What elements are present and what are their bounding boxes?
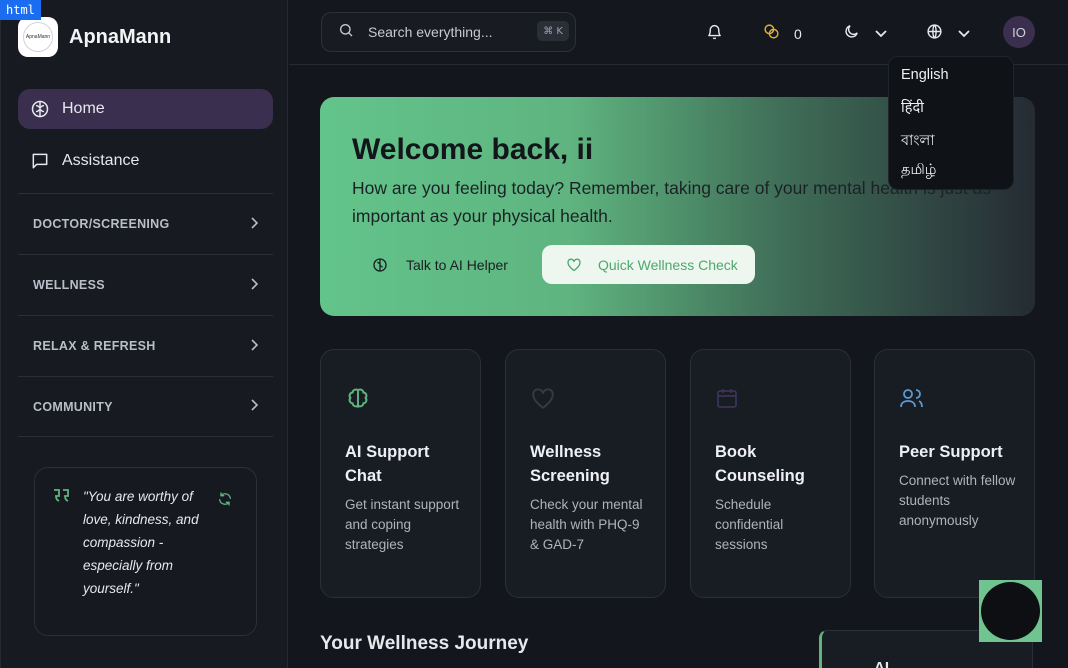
- language-option-bangla[interactable]: বাংলা: [901, 130, 935, 154]
- card-book-counseling[interactable]: Book Counseling Schedule confidential se…: [690, 349, 851, 598]
- card-title: AI Support Chat: [345, 443, 430, 485]
- button-label: Talk to AI Helper: [406, 256, 508, 273]
- sidebar-item-label: Assistance: [62, 152, 140, 169]
- avatar[interactable]: IO: [1003, 16, 1035, 48]
- quick-wellness-check-button[interactable]: Quick Wellness Check: [542, 245, 755, 284]
- moon-icon: [843, 23, 860, 45]
- chat-icon: [30, 151, 50, 171]
- section-label: WELLNESS: [33, 278, 105, 292]
- quote-icon: [52, 488, 70, 509]
- calendar-icon: [715, 386, 739, 410]
- card-title: Wellness Screening: [530, 443, 610, 485]
- theme-toggle[interactable]: [843, 23, 887, 45]
- chevron-right-icon: [249, 216, 259, 232]
- page-title: Welcome back, ii: [352, 133, 594, 166]
- sidebar-section-wellness[interactable]: WELLNESS: [18, 254, 273, 315]
- floating-button-face: [981, 582, 1040, 640]
- search-shortcut: ⌘ K: [537, 21, 569, 41]
- language-option-english[interactable]: English: [901, 67, 949, 83]
- users-icon: [899, 386, 925, 410]
- chevron-right-icon: [249, 399, 259, 414]
- brain-icon: [345, 386, 371, 412]
- chevron-right-icon: [249, 277, 259, 293]
- floating-chat-button[interactable]: [979, 580, 1042, 642]
- card-description: Schedule confidential sessions: [715, 497, 784, 552]
- card-wellness-screening[interactable]: Wellness Screening Check your mental hea…: [505, 349, 666, 598]
- search-placeholder: Search everything...: [368, 24, 493, 40]
- brand-logo: ApnaMann: [18, 17, 58, 57]
- heart-icon: [530, 386, 556, 410]
- sidebar-item-label: Home: [62, 100, 105, 117]
- card-description: Connect with fellow students anonymously: [899, 473, 1016, 528]
- brain-icon: [372, 257, 388, 273]
- talk-to-ai-button[interactable]: Talk to AI Helper: [352, 245, 524, 284]
- sidebar-section-doctor-screening[interactable]: DOCTOR/SCREENING: [18, 193, 273, 254]
- card-peer-support[interactable]: Peer Support Connect with fellow student…: [874, 349, 1035, 598]
- devtools-html-tag: html: [0, 0, 41, 20]
- chevron-down-icon: [958, 30, 970, 38]
- search-input[interactable]: Search everything... ⌘ K: [321, 12, 576, 52]
- quote-text: "You are worthy of love, kindness, and c…: [83, 489, 199, 596]
- brand-name: ApnaMann: [69, 25, 172, 48]
- quote-card: "You are worthy of love, kindness, and c…: [34, 467, 257, 636]
- sidebar-section-community[interactable]: COMMUNITY: [18, 376, 273, 437]
- brand-logo-mark: ApnaMann: [23, 22, 53, 52]
- sidebar-section-relax-refresh[interactable]: RELAX & REFRESH: [18, 315, 273, 376]
- card-ai-support-chat[interactable]: AI Support Chat Get instant support and …: [320, 349, 481, 598]
- card-description: Check your mental health with PHQ-9 & GA…: [530, 497, 643, 552]
- coins-icon: [763, 23, 780, 45]
- brain-icon: [30, 99, 50, 119]
- language-menu: English हिंदी বাংলা தமிழ்: [888, 56, 1014, 190]
- brand[interactable]: ApnaMann ApnaMann: [18, 17, 171, 57]
- coins-count: 0: [794, 26, 802, 42]
- coins-button[interactable]: 0: [763, 23, 802, 45]
- search-icon: [338, 22, 354, 43]
- sidebar: ApnaMann ApnaMann Home Assistance DOCTOR…: [0, 0, 288, 668]
- section-label: DOCTOR/SCREENING: [33, 217, 170, 231]
- card-description: Get instant support and coping strategie…: [345, 497, 460, 552]
- button-label: Quick Wellness Check: [598, 256, 738, 273]
- chevron-right-icon: [249, 338, 259, 354]
- sidebar-item-home[interactable]: Home: [18, 89, 273, 129]
- refresh-icon[interactable]: [217, 491, 233, 512]
- bell-icon[interactable]: [706, 23, 723, 41]
- card-title: Peer Support: [899, 443, 1003, 461]
- language-option-tamil[interactable]: தமிழ்: [901, 162, 936, 180]
- mini-panel-label: AI: [874, 659, 889, 668]
- language-option-hindi[interactable]: हिंदी: [901, 97, 924, 117]
- language-toggle[interactable]: [926, 23, 970, 45]
- section-label: RELAX & REFRESH: [33, 339, 156, 353]
- card-title: Book Counseling: [715, 443, 805, 485]
- chevron-down-icon: [875, 30, 887, 38]
- wellness-journey-heading: Your Wellness Journey: [320, 633, 529, 654]
- globe-icon: [926, 23, 943, 45]
- sidebar-item-assistance[interactable]: Assistance: [18, 141, 273, 181]
- heart-icon: [566, 257, 582, 272]
- section-label: COMMUNITY: [33, 399, 113, 414]
